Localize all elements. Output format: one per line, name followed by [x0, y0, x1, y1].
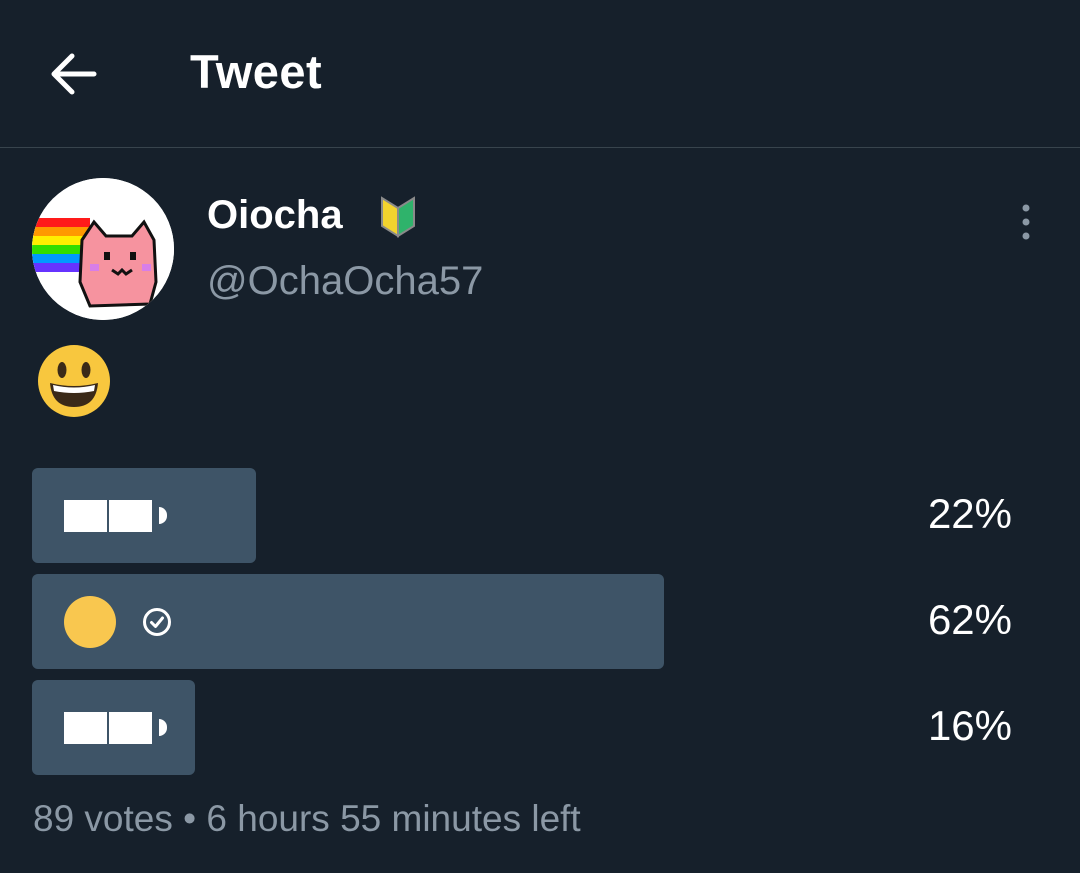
top-bar: Tweet [0, 0, 1080, 148]
more-options-button[interactable] [1010, 200, 1042, 244]
avatar[interactable] [32, 178, 174, 320]
check-circle-icon [143, 607, 171, 636]
beginner-mark-icon [378, 194, 418, 240]
nyan-cat-avatar-image [32, 178, 174, 320]
poll-percentage: 62% [927, 596, 1012, 643]
more-vertical-icon [1022, 204, 1030, 240]
battery-icon [64, 499, 176, 532]
yellow-circle-icon [64, 595, 116, 648]
poll-option-2[interactable]: 62% [32, 574, 1012, 669]
battery-icon [64, 711, 176, 744]
arrow-left-icon [51, 53, 97, 95]
user-handle[interactable]: @OchaOcha57 [207, 259, 483, 304]
page-title: Tweet [190, 45, 323, 98]
back-button[interactable] [48, 50, 100, 98]
display-name[interactable]: Oiocha [207, 193, 343, 238]
poll-percentage: 16% [927, 702, 1012, 749]
poll-footer: 89 votes • 6 hours 55 minutes left [33, 798, 581, 839]
poll-option-1[interactable]: 22% [32, 468, 1012, 563]
poll-option-3[interactable]: 16% [32, 680, 1012, 775]
poll-percentage: 22% [927, 490, 1012, 537]
grinning-face-icon [36, 343, 112, 419]
